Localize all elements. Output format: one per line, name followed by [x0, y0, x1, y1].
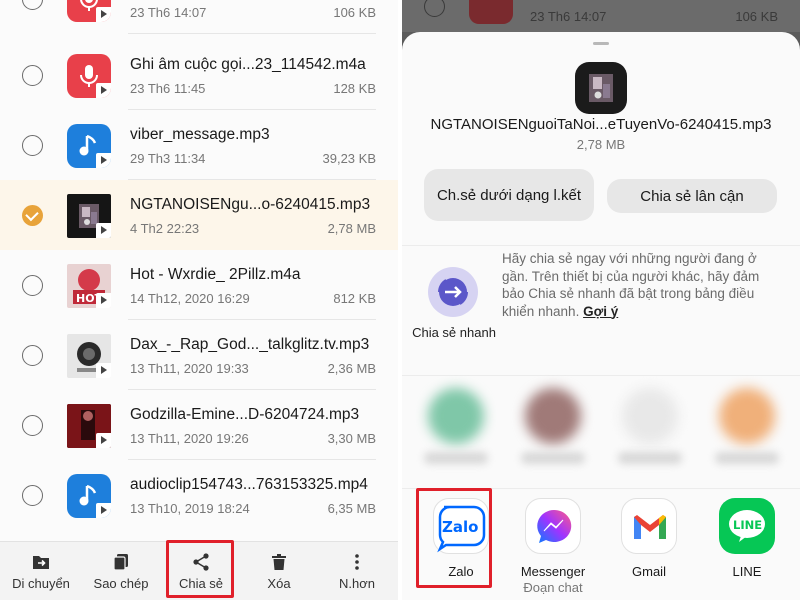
select-radio[interactable] — [22, 275, 43, 296]
blurred-contact[interactable] — [711, 388, 781, 468]
select-radio[interactable] — [22, 415, 43, 436]
zalo-highlight-box — [416, 488, 492, 588]
file-name: viber_message.mp3 — [130, 126, 270, 143]
move-folder-icon — [33, 556, 49, 569]
play-icon — [96, 153, 111, 168]
album-art-thumbnail — [67, 334, 111, 378]
file-size: 128 KB — [333, 81, 376, 96]
file-size: 3,30 MB — [327, 431, 376, 446]
checked-radio[interactable] — [22, 205, 43, 226]
share-as-link-button[interactable]: Ch.sẻ dưới dạng l.kết — [424, 169, 594, 221]
messenger-share-target[interactable]: Messenger Đoạn chat — [505, 498, 601, 598]
file-date: 13 Th11, 2020 19:33 — [130, 361, 249, 376]
select-radio[interactable] — [22, 0, 43, 10]
gmail-icon — [621, 498, 677, 554]
svg-text:LINE: LINE — [733, 518, 762, 532]
quick-share-description: Hãy chia sẻ ngay với những người đang ở … — [502, 251, 760, 319]
list-item[interactable]: 23 Th6 14:07 106 KB — [0, 0, 398, 34]
list-item[interactable]: audioclip154743...763153325.mp4 13 Th10,… — [0, 460, 398, 530]
suggestion-link[interactable]: Gợi ý — [583, 304, 618, 319]
file-name: Ghi âm cuộc gọi...23_114542.m4a — [130, 56, 366, 73]
file-name: audioclip154743...763153325.mp4 — [130, 476, 368, 493]
music-note-icon — [67, 474, 111, 518]
blurred-contact[interactable] — [517, 388, 587, 468]
gmail-share-target[interactable]: Gmail — [601, 498, 697, 598]
drag-handle[interactable] — [593, 42, 609, 45]
copy-icon — [113, 554, 128, 571]
file-name: Dax_-_Rap_God..._talkglitz.tv.mp3 — [130, 336, 370, 353]
share-file-name: NGTANOISENguoiTaNoi...eTuyenVo-6240415.m… — [430, 116, 772, 133]
play-icon — [96, 7, 111, 22]
file-date: 4 Th2 22:23 — [130, 221, 200, 236]
quick-share-icon[interactable] — [428, 267, 478, 317]
file-date: 29 Th3 11:34 — [130, 151, 206, 166]
file-name: Godzilla-Emine...D-6204724.mp3 — [130, 406, 360, 423]
more-button[interactable]: N.hơn — [318, 542, 396, 600]
play-icon — [96, 223, 111, 238]
file-size: 2,78 MB — [327, 221, 376, 236]
play-icon — [96, 83, 111, 98]
voice-recording-icon — [67, 0, 111, 22]
play-icon — [96, 363, 111, 378]
select-radio[interactable] — [22, 135, 43, 156]
trash-icon — [272, 554, 286, 570]
album-art-thumbnail — [67, 404, 111, 448]
file-size: 6,35 MB — [327, 501, 376, 516]
file-name: Hot - Wxrdie_ 2Pillz.m4a — [130, 266, 301, 283]
file-date: 14 Th12, 2020 16:29 — [130, 291, 250, 306]
list-item[interactable]: Ghi âm cuộc gọi...23_114542.m4a 23 Th6 1… — [0, 40, 398, 110]
file-size: 2,36 MB — [327, 361, 376, 376]
list-item-selected[interactable]: NGTANOISENgu...o-6240415.mp3 4 Th2 22:23… — [0, 180, 398, 250]
delete-button[interactable]: Xóa — [240, 542, 318, 600]
background-list-item: 23 Th6 14:07 106 KB — [402, 0, 800, 32]
file-size: 106 KB — [333, 5, 376, 20]
file-date: 13 Th10, 2019 18:24 — [130, 501, 250, 516]
file-thumbnail — [575, 62, 627, 114]
file-size: 812 KB — [333, 291, 376, 306]
select-radio[interactable] — [22, 485, 43, 506]
music-note-icon — [67, 124, 111, 168]
more-vertical-icon — [355, 554, 359, 570]
nearby-share-button[interactable]: Chia sẻ lân cận — [607, 179, 777, 213]
file-date: 23 Th6 14:07 — [130, 5, 207, 20]
list-item[interactable]: Godzilla-Emine...D-6204724.mp3 13 Th11, … — [0, 390, 398, 460]
blurred-contact[interactable] — [614, 388, 684, 468]
select-radio[interactable] — [22, 65, 43, 86]
file-date: 23 Th6 11:45 — [130, 81, 206, 96]
file-list-screen: 23 Th6 14:07 106 KB Ghi âm cuộc gọi...23… — [0, 0, 398, 600]
copy-button[interactable]: Sao chép — [82, 542, 160, 600]
line-share-target[interactable]: LINE LINE — [699, 498, 795, 598]
move-button[interactable]: Di chuyển — [2, 542, 80, 600]
share-screen: 23 Th6 14:07 106 KB NGTANOISENguoiTaNoi.… — [402, 0, 800, 600]
album-art-thumbnail — [67, 194, 111, 238]
line-icon: LINE — [719, 498, 775, 554]
file-size: 39,23 KB — [322, 151, 377, 166]
album-art-thumbnail: HOT — [67, 264, 111, 308]
share-file-size: 2,78 MB — [576, 137, 626, 152]
file-name: NGTANOISENgu...o-6240415.mp3 — [130, 196, 371, 213]
select-radio[interactable] — [22, 345, 43, 366]
share-highlight-box — [166, 540, 234, 598]
file-date: 13 Th11, 2020 19:26 — [130, 431, 249, 446]
list-item[interactable]: viber_message.mp3 29 Th3 11:34 39,23 KB — [0, 110, 398, 180]
voice-recording-icon — [67, 54, 111, 98]
list-item[interactable]: Dax_-_Rap_God..._talkglitz.tv.mp3 13 Th1… — [0, 320, 398, 390]
blurred-contact[interactable] — [420, 388, 490, 468]
list-item[interactable]: HOT Hot - Wxrdie_ 2Pillz.m4a 14 Th12, 20… — [0, 250, 398, 320]
play-icon — [96, 503, 111, 518]
play-icon — [96, 433, 111, 448]
messenger-icon — [525, 498, 581, 554]
play-icon — [96, 293, 111, 308]
quick-share-label: Chia sẻ nhanh — [412, 325, 496, 340]
